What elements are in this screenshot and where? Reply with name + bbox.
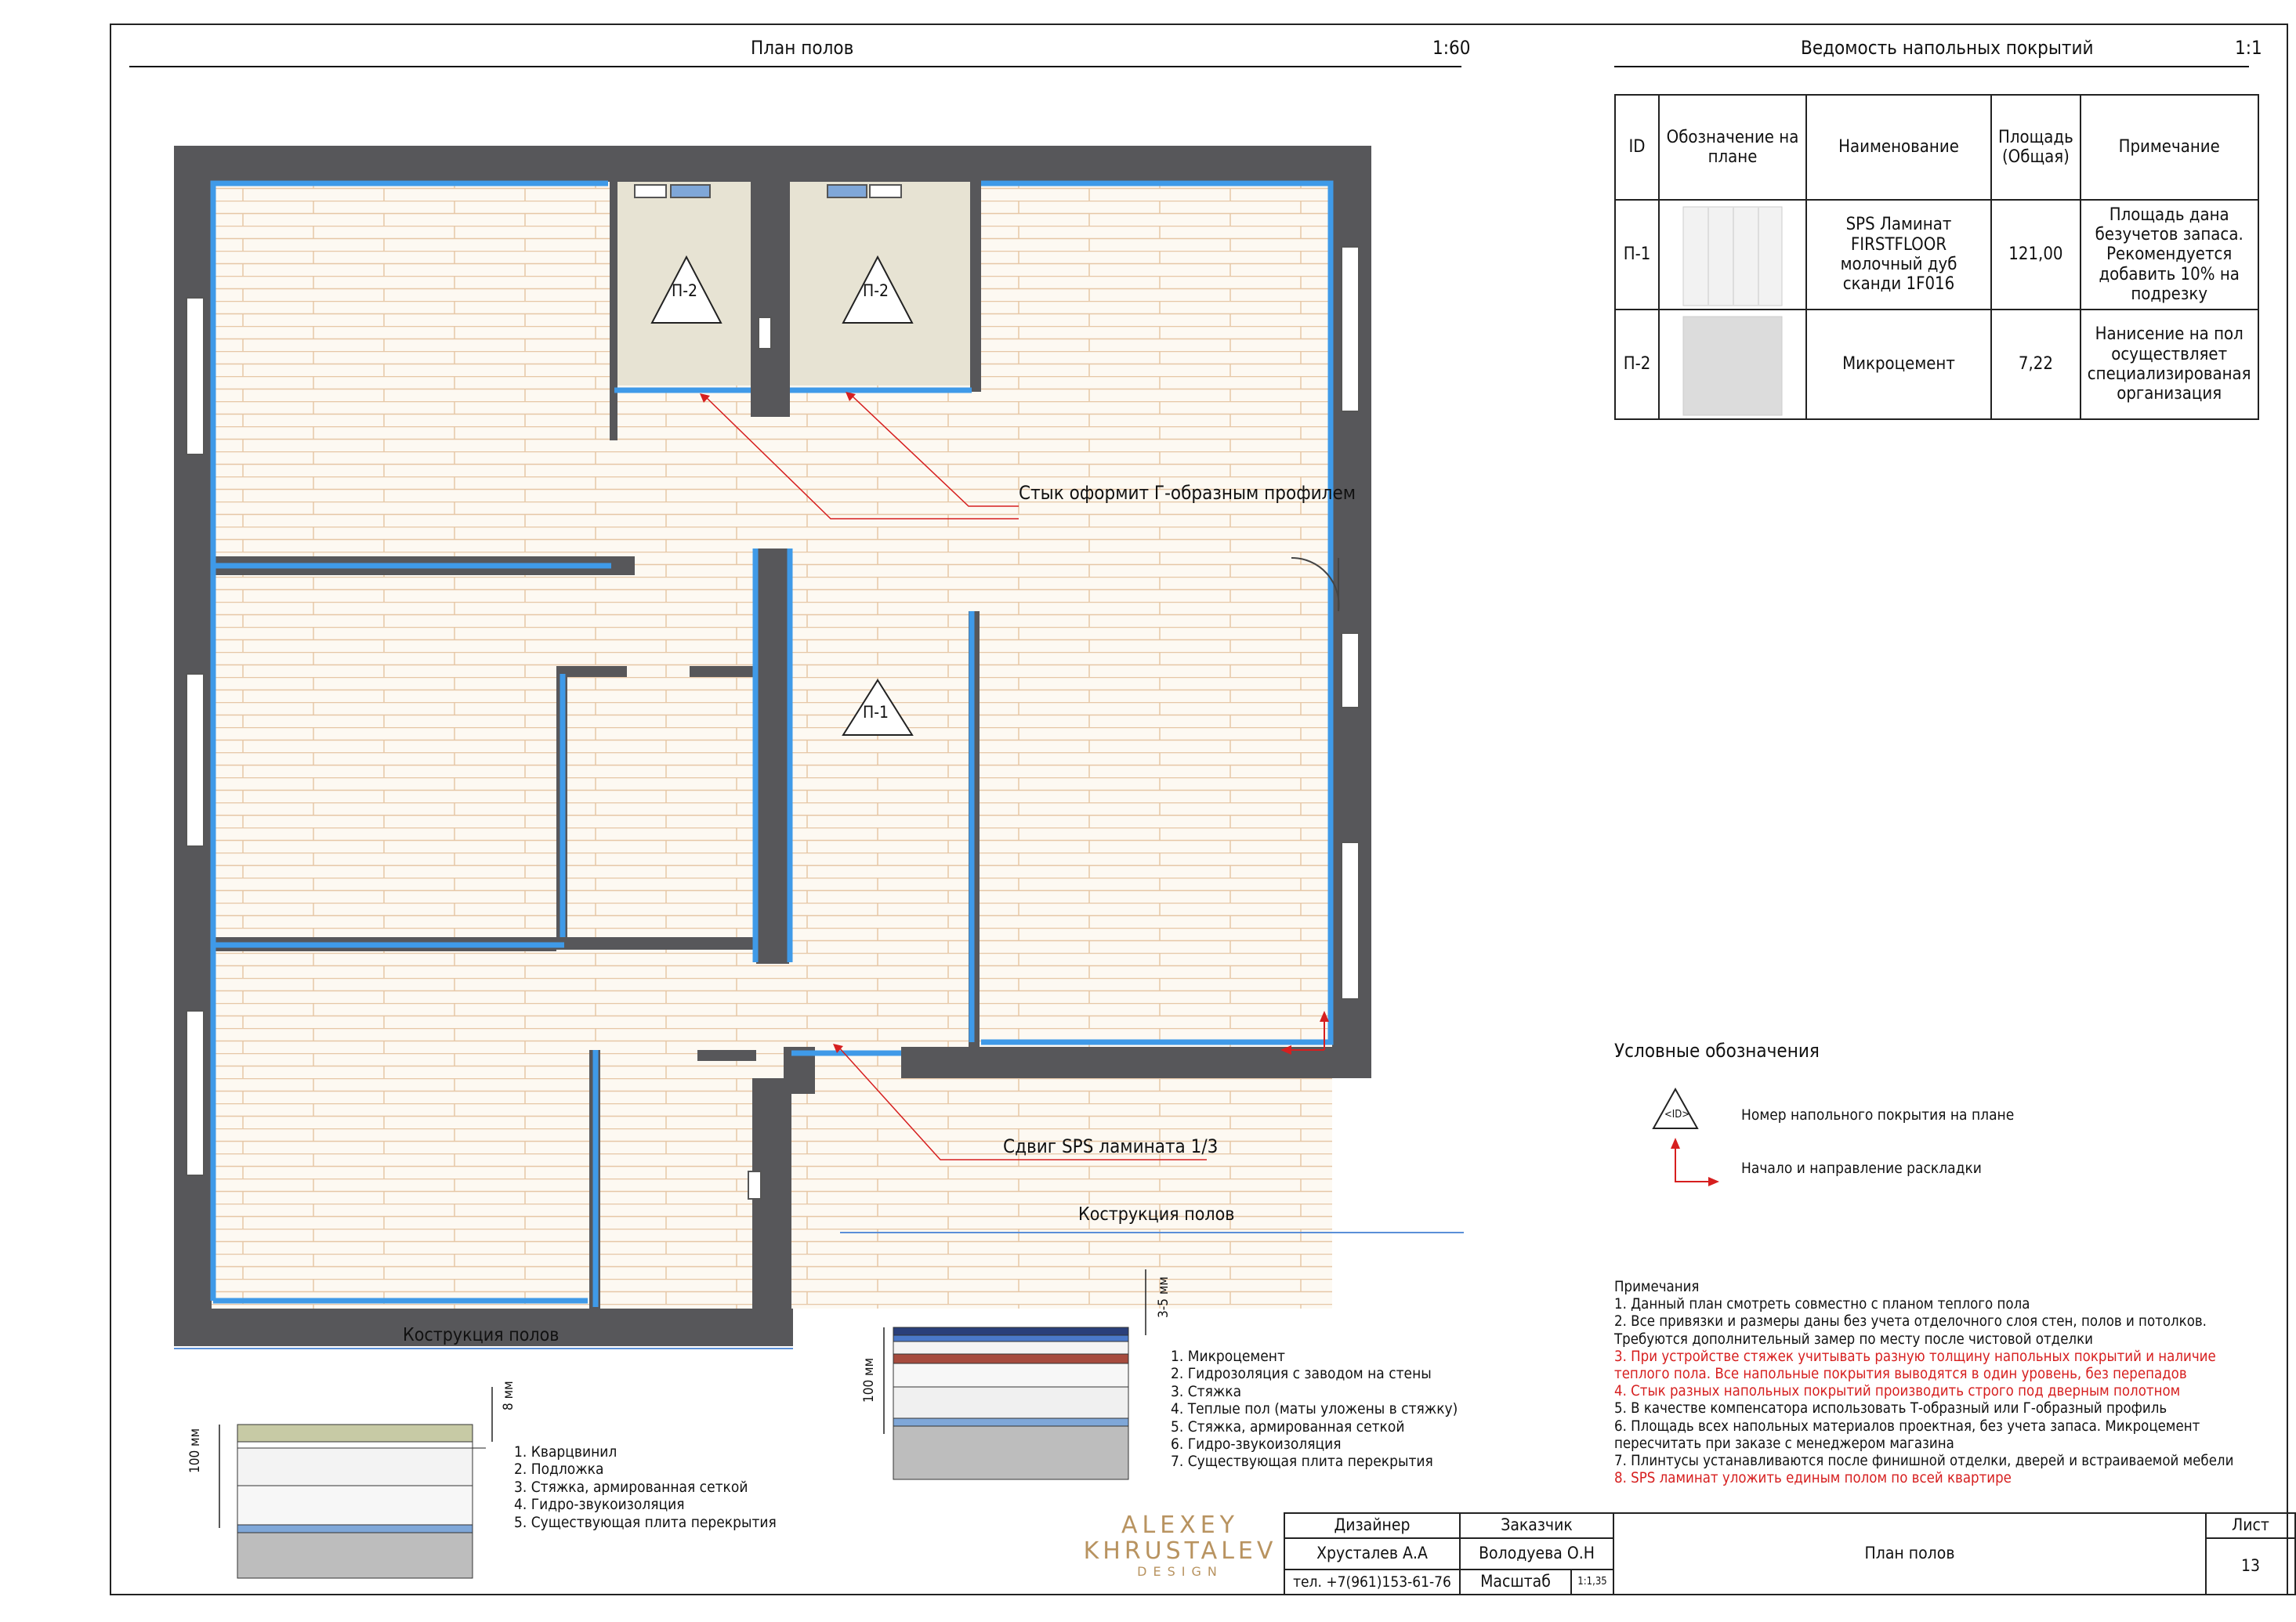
construction1-title-line [174,1348,793,1349]
note-line: теплого пола. Все напольные покрытия выв… [1614,1365,2187,1382]
header-note: Примечание [2079,94,2259,201]
construction2-title-line [840,1232,1464,1233]
schedule-title: Ведомость напольных покрытий [1801,37,2094,59]
logo-line1: ALEXEY [1121,1512,1240,1539]
layer-item: 1. Кварцвинил [514,1443,617,1461]
schedule-title-line [1614,66,2249,67]
construction2-title: Кострукция полов [1078,1204,1235,1225]
note-line: 2. Все привязки и размеры даны без учета… [1614,1313,2207,1331]
layer-item: 6. Гидро-звукоизоляция [1171,1436,1342,1454]
table-row: П-2 Микроцемент 7,22 Нанисение на пол ос… [1614,309,2259,420]
sheet-number: 13 [2205,1537,2296,1595]
sheet-title: План полов [1613,1512,2207,1595]
logo-line2: KHRUSTALEV [1083,1537,1277,1565]
layer-item: 2. Подложка [514,1461,604,1479]
floor-schedule-table: ID Обозначение на плане Наименование Пло… [1614,94,2259,420]
note-line: 3. При устройстве стяжек учитывать разну… [1614,1348,2216,1365]
note-line: 5. В качестве компенсатора использовать … [1614,1400,2167,1417]
note-line: 7. Плинтусы устанавливаются после финишн… [1614,1452,2234,1469]
header-name: Наименование [1805,94,1992,201]
construction1-title: Кострукция полов [403,1325,560,1345]
row-note: Площадь дана безучетов запаса. Рекоменду… [2079,199,2259,310]
swatch-cell [1658,199,1807,310]
construction2-dim-top: 3-5 мм [1156,1276,1172,1318]
row-area: 7,22 [1990,309,2081,420]
client-label: Заказчик [1459,1512,1614,1539]
construction1-dim-top: 8 мм [501,1381,516,1410]
note-line: пересчитать при заказе с менеджером мага… [1614,1435,1954,1452]
layer-item: 1. Микроцемент [1171,1348,1285,1365]
construction1-dim-total: 100 мм [187,1428,203,1473]
legend-item-floor-id: Номер напольного покрытия на плане [1741,1106,2015,1124]
callout-shift: Сдвиг SPS ламината 1/3 [1003,1135,1219,1157]
notes-block: Примечания 1. Данный план смотреть совме… [1614,1279,2257,1487]
note-line: 1. Данный план смотреть совместно с план… [1614,1296,2030,1313]
floor-label-p1: П-1 [863,703,889,722]
logo-line3: DESIGN [1137,1564,1223,1579]
layer-item: 2. Гидрозоляция с заводом на стены [1171,1365,1432,1383]
legend-item-direction: Начало и направление раскладки [1741,1160,1982,1177]
scale-value: 1:1,35 [1570,1569,1614,1595]
layer-item: 5. Существующая плита перекрытия [514,1513,777,1531]
note-line: 6. Площадь всех напольных материалов про… [1614,1417,2200,1435]
row-area: 121,00 [1990,199,2081,310]
construction2-dim-total: 100 мм [861,1357,877,1403]
row-id: П-1 [1614,199,1660,310]
designer-label: Дизайнер [1284,1512,1461,1539]
scale-label: Масштаб [1459,1569,1572,1595]
row-note: Нанисение на пол осуществляет специализи… [2079,309,2259,420]
sheet-label: Лист [2205,1512,2296,1539]
callout-profile: Стык оформит Г-образным профилем [1019,482,1356,504]
layer-item: 3. Стяжка, армированная сеткой [514,1478,748,1496]
layer-item: 3. Стяжка [1171,1382,1242,1400]
construction2-layers: 1. Микроцемент 2. Гидрозоляция с заводом… [1171,1348,1458,1471]
legend-title: Условные обозначения [1614,1040,1820,1062]
header-id: ID [1614,94,1660,201]
notes-title: Примечания [1614,1279,1700,1295]
floor-label-p2a: П-2 [672,281,698,300]
designer-logo: ALEXEY KHRUSTALEV DESIGN [1078,1512,1282,1579]
note-line: 8. SPS ламинат уложить единым полом по в… [1614,1470,2012,1487]
layer-item: 4. Теплые пол (маты уложены в стяжку) [1171,1400,1458,1418]
layer-item: 7. Существующая плита перекрытия [1171,1453,1433,1471]
layer-item: 4. Гидро-звукоизоляция [514,1496,685,1514]
header-designation: Обозначение на плане [1658,94,1807,201]
schedule-scale: 1:1 [2235,37,2262,59]
header-area: Площадь (Общая) [1990,94,2081,201]
row-id: П-2 [1614,309,1660,420]
designer-name: Хрусталев А.А [1284,1537,1461,1570]
floor-label-p2b: П-2 [863,281,889,300]
legend-symbol: <ID> [1664,1109,1690,1121]
row-name: SPS Ламинат FIRSTFLOOR молочный дуб скан… [1805,199,1992,310]
client-name: Володуева О.Н [1459,1537,1614,1570]
layer-item: 5. Стяжка, армированная сеткой [1171,1417,1405,1436]
note-line: Требуются дополнительный замер по месту … [1614,1331,2093,1348]
row-name: Микроцемент [1805,309,1992,420]
note-line: 4. Стык разных напольных покрытий произв… [1614,1383,2181,1400]
table-row: П-1 SPS Ламинат FIRSTFLOOR молочный дуб … [1614,199,2259,310]
title-block: Дизайнер Заказчик План полов Лист Хруста… [1284,1512,2296,1595]
designer-phone: тел. +7(961)153-61-76 [1284,1569,1461,1595]
swatch-cell [1658,309,1807,420]
construction1-layers: 1. Кварцвинил 2. Подложка 3. Стяжка, арм… [514,1443,777,1531]
